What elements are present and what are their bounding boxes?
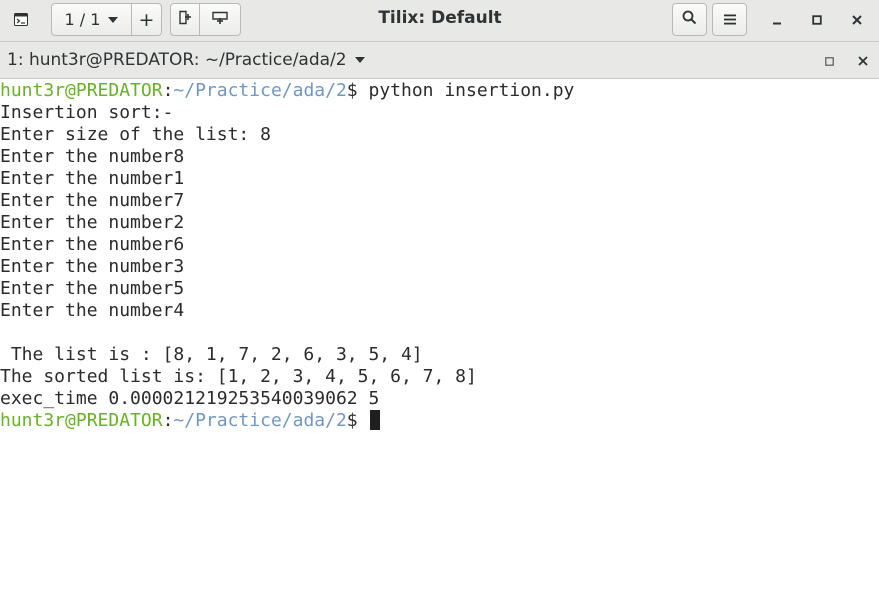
output-line: The list is : [8, 1, 7, 2, 6, 3, 5, 4] xyxy=(0,344,423,365)
output-line: Enter the number5 xyxy=(0,278,185,299)
prompt-line: hunt3r@PREDATOR:~/Practice/ada/2$ python… xyxy=(0,80,879,102)
output-line: Enter size of the list: 8 xyxy=(0,124,271,145)
output-line: Enter the number6 xyxy=(0,234,185,255)
terminal-title: 1: hunt3r@PREDATOR: ~/Practice/ada/2 xyxy=(7,50,347,70)
minimize-button[interactable] xyxy=(762,3,792,36)
output-line: exec_time 0.000021219253540039062 5 xyxy=(0,388,380,409)
terminal-title-dropdown[interactable]: 1: hunt3r@PREDATOR: ~/Practice/ada/2 xyxy=(7,50,365,70)
prompt-symbol: $ xyxy=(346,80,369,101)
session-counter: 1 / 1 xyxy=(64,10,101,29)
tab-close-button[interactable] xyxy=(848,44,878,77)
output-line: Insertion sort:- xyxy=(0,102,174,123)
menu-button[interactable] xyxy=(712,3,747,36)
terminal-tab-bar: 1: hunt3r@PREDATOR: ~/Practice/ada/2 xyxy=(0,42,879,79)
close-icon xyxy=(852,10,862,29)
output-line: Enter the number1 xyxy=(0,168,185,189)
output-line: Enter the number2 xyxy=(0,212,185,233)
session-switcher-button[interactable]: 1 / 1 xyxy=(51,3,132,36)
chevron-down-icon xyxy=(354,57,365,63)
add-session-button[interactable]: + xyxy=(132,3,162,36)
maximize-icon xyxy=(812,10,822,29)
text-cursor xyxy=(370,410,381,430)
chevron-down-icon xyxy=(108,16,119,23)
prompt-symbol: $ xyxy=(346,410,369,431)
output-line: Enter the number8 xyxy=(0,146,185,167)
output-line: Enter the number4 xyxy=(0,300,185,321)
add-terminal-right-button[interactable] xyxy=(170,3,200,36)
hamburger-menu-icon xyxy=(723,11,736,29)
prompt-user: hunt3r@PREDATOR xyxy=(0,410,163,431)
maximize-button[interactable] xyxy=(802,3,832,36)
prompt-line: hunt3r@PREDATOR:~/Practice/ada/2$ xyxy=(0,410,879,432)
add-terminal-down-icon xyxy=(212,11,228,29)
prompt-separator: : xyxy=(162,80,174,101)
close-button[interactable] xyxy=(842,3,872,36)
window-title: Tilix: Default xyxy=(378,8,502,28)
prompt-separator: : xyxy=(162,410,174,431)
search-icon xyxy=(682,10,697,29)
output-line: Enter the number7 xyxy=(0,190,185,211)
prompt-path: ~/Practice/ada/2 xyxy=(173,80,347,101)
terminal-output[interactable]: hunt3r@PREDATOR:~/Practice/ada/2$ python… xyxy=(0,79,879,607)
add-terminal-right-icon xyxy=(178,10,192,29)
tab-maximize-icon xyxy=(824,51,834,70)
output-line: The sorted list is: [1, 2, 3, 4, 5, 6, 7… xyxy=(0,366,477,387)
prompt-user: hunt3r@PREDATOR xyxy=(0,80,163,101)
minimize-icon xyxy=(772,10,782,29)
output-line: Enter the number3 xyxy=(0,256,185,277)
terminal-app-icon[interactable] xyxy=(6,3,36,36)
tab-close-icon xyxy=(858,51,868,70)
command-text: python insertion.py xyxy=(368,80,575,101)
tab-maximize-button[interactable] xyxy=(814,44,844,77)
prompt-path: ~/Practice/ada/2 xyxy=(173,410,347,431)
add-terminal-down-button[interactable] xyxy=(200,3,241,36)
title-bar: 1 / 1 + Tilix: Default xyxy=(0,0,879,42)
search-button[interactable] xyxy=(672,3,707,36)
